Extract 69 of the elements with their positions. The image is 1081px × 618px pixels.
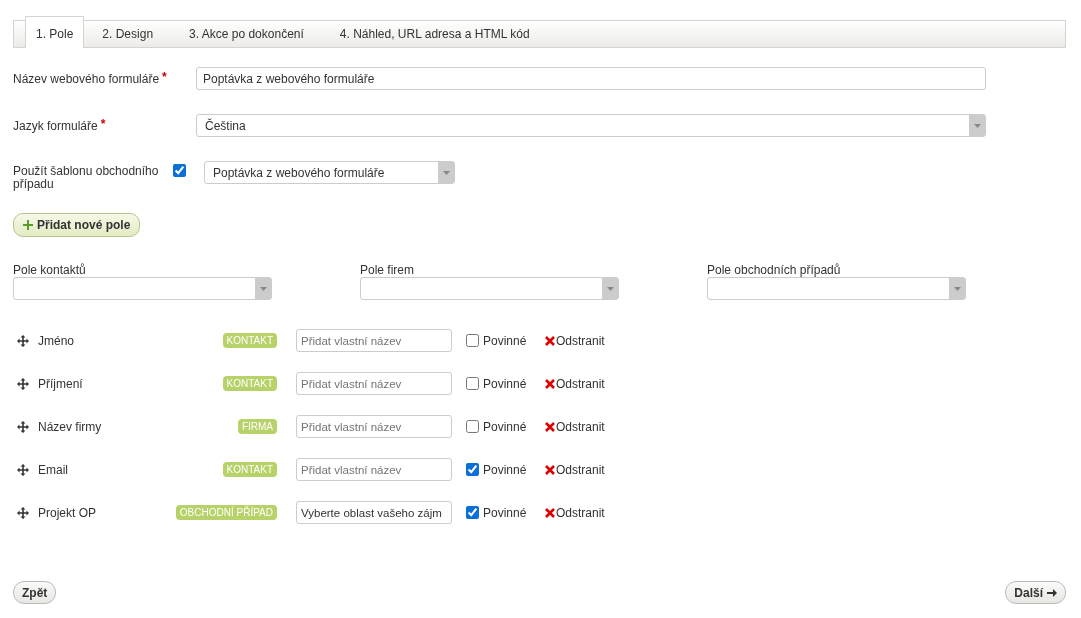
add-field-button[interactable]: Přidat nové pole — [13, 213, 141, 237]
caret-icon — [953, 286, 961, 291]
required-checkbox[interactable] — [466, 420, 479, 433]
move-icon[interactable] — [17, 463, 29, 476]
move-icon[interactable] — [17, 377, 29, 390]
back-button[interactable]: Zpět — [13, 581, 57, 604]
field-type-tag: KONTAKT — [222, 462, 277, 477]
field-name: Email — [38, 462, 69, 477]
tab[interactable]: 4. Náhled, URL adresa a HTML kód — [321, 21, 548, 47]
field-picker-select[interactable] — [360, 277, 619, 300]
move-icon[interactable] — [17, 420, 29, 433]
required-label: Povinné — [483, 333, 528, 348]
required-mark: * — [100, 116, 106, 131]
plus-icon — [23, 220, 33, 230]
remove-link[interactable]: Odstranit — [545, 462, 605, 477]
picker-label: Pole firem — [360, 263, 416, 277]
required-label: Povinné — [483, 419, 528, 434]
field-label: Název webového formuláře — [13, 71, 160, 86]
caret-icon — [259, 286, 267, 291]
field-name: Příjmení — [38, 376, 84, 391]
move-icon[interactable] — [17, 506, 29, 519]
field-label: Použít šablonu obchodního případu — [13, 163, 160, 191]
form-name-field[interactable]: Poptávka z webového formuláře — [196, 67, 986, 90]
caret-icon — [973, 123, 981, 128]
required-checkbox[interactable] — [466, 463, 479, 476]
tab[interactable]: 2. Design — [84, 21, 172, 47]
close-icon — [545, 507, 555, 518]
required-checkbox[interactable] — [466, 377, 479, 390]
language-select[interactable]: Čeština — [196, 114, 986, 137]
tab[interactable]: 1. Pole — [25, 16, 85, 48]
field-type-tag: OBCHODNÍ PŘÍPAD — [175, 505, 277, 520]
arrow-right-icon — [1047, 587, 1057, 598]
picker-label: Pole obchodních případů — [707, 263, 842, 277]
caret-icon — [442, 170, 450, 175]
picker-label: Pole kontaktů — [13, 263, 87, 277]
custom-name-field[interactable]: Přidat vlastní název — [296, 329, 452, 352]
field-name: Název firmy — [38, 419, 103, 434]
remove-link[interactable]: Odstranit — [545, 333, 605, 348]
required-label: Povinné — [483, 505, 528, 520]
remove-link[interactable]: Odstranit — [545, 376, 605, 391]
field-name: Projekt OP — [38, 505, 98, 520]
field-picker-select[interactable] — [13, 277, 272, 300]
required-label: Povinné — [483, 376, 528, 391]
remove-link[interactable]: Odstranit — [545, 419, 605, 434]
field-name: Jméno — [38, 333, 76, 348]
close-icon — [545, 421, 555, 432]
field-type-tag: KONTAKT — [222, 376, 277, 391]
remove-link[interactable]: Odstranit — [545, 505, 605, 520]
field-type-tag: KONTAKT — [222, 333, 277, 348]
template-checkbox[interactable] — [173, 164, 186, 177]
caret-icon — [606, 286, 614, 291]
move-icon[interactable] — [17, 334, 29, 347]
template-select[interactable]: Poptávka z webového formuláře — [204, 161, 455, 184]
next-button[interactable]: Další — [1005, 581, 1066, 604]
required-mark: * — [162, 69, 167, 84]
field-type-tag: FIRMA — [237, 419, 277, 434]
required-checkbox[interactable] — [466, 334, 479, 347]
field-picker-select[interactable] — [707, 277, 966, 300]
close-icon — [545, 378, 555, 389]
tab[interactable]: 3. Akce po dokončení — [171, 21, 322, 47]
custom-name-field[interactable]: Přidat vlastní název — [296, 458, 452, 481]
custom-name-field[interactable]: Přidat vlastní název — [296, 372, 452, 395]
required-label: Povinné — [483, 462, 528, 477]
custom-name-field[interactable]: Přidat vlastní název — [296, 415, 452, 438]
custom-name-field[interactable]: Vyberte oblast vašeho zájm — [296, 501, 452, 524]
field-label: Jazyk formuláře — [13, 118, 98, 133]
close-icon — [545, 464, 555, 475]
close-icon — [545, 335, 555, 346]
required-checkbox[interactable] — [466, 506, 479, 519]
